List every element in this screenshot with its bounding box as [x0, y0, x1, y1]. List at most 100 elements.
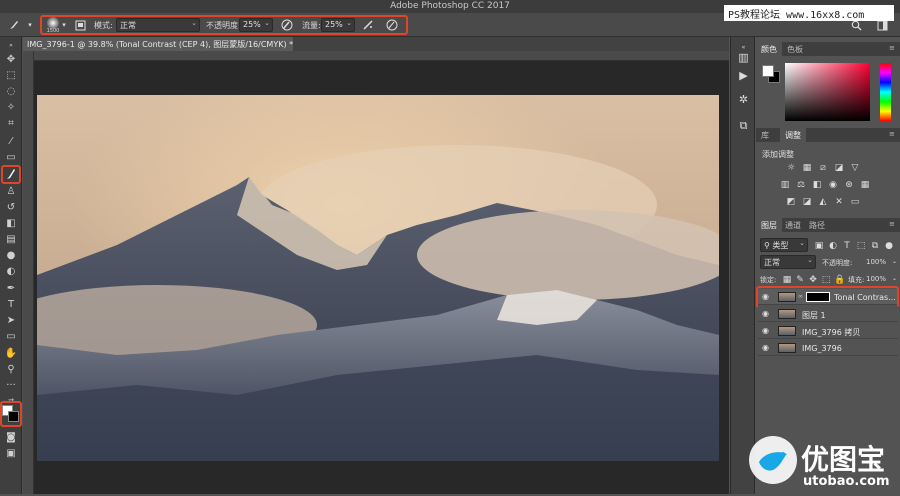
- history-icon[interactable]: ▥: [735, 49, 752, 66]
- play-action-icon[interactable]: ▶: [735, 67, 752, 84]
- layer-thumbnail: [778, 326, 796, 336]
- hue-slider[interactable]: [880, 63, 891, 121]
- lasso-tool-icon[interactable]: ◌: [2, 85, 20, 99]
- screen-mode-icon[interactable]: ▣: [2, 447, 20, 461]
- brush-panel-toggle-icon[interactable]: [72, 17, 88, 33]
- lock-transparent-icon[interactable]: ▦: [782, 275, 792, 285]
- brush-tool-icon[interactable]: [6, 17, 22, 33]
- blur-tool-icon[interactable]: ●: [2, 249, 20, 263]
- black-white-adjust-icon[interactable]: ◧: [812, 180, 822, 190]
- flow-field[interactable]: 25% ⌄: [321, 18, 355, 32]
- vibrance-adjust-icon[interactable]: ▽: [850, 163, 860, 173]
- visibility-eye-icon[interactable]: ◉: [762, 326, 769, 335]
- more-tools-icon[interactable]: ···: [2, 379, 20, 393]
- tab-swatches[interactable]: 色板: [782, 42, 808, 56]
- chevron-down-icon: ⌄: [191, 19, 197, 27]
- hand-tool-icon[interactable]: ✋: [2, 347, 20, 361]
- tab-paths[interactable]: 路径: [804, 218, 830, 232]
- brush-settings-icon[interactable]: ✲: [735, 91, 752, 108]
- collapse-panel-icon[interactable]: »: [2, 39, 20, 53]
- tab-adjustments[interactable]: 调整: [780, 128, 806, 142]
- filter-pixel-icon[interactable]: ▣: [814, 241, 824, 251]
- layer-row[interactable]: ◉ 图层 1: [758, 306, 898, 322]
- panel-menu-icon[interactable]: ≡: [884, 128, 900, 142]
- eraser-tool-icon[interactable]: ◧: [2, 217, 20, 231]
- color-balance-adjust-icon[interactable]: ⚖: [796, 180, 806, 190]
- path-selection-tool-icon[interactable]: ➤: [2, 314, 20, 328]
- color-panel-foreground[interactable]: [762, 65, 774, 77]
- magic-wand-tool-icon[interactable]: ✧: [2, 101, 20, 115]
- airbrush-icon[interactable]: [360, 17, 376, 33]
- layer-opacity-value[interactable]: 100%: [866, 258, 886, 266]
- levels-adjust-icon[interactable]: ▦: [802, 163, 812, 173]
- photo-canvas[interactable]: [37, 95, 719, 461]
- move-tool-icon[interactable]: ✥: [2, 53, 20, 67]
- exposure-adjust-icon[interactable]: ◪: [834, 163, 844, 173]
- marquee-tool-icon[interactable]: ⬚: [2, 69, 20, 83]
- filter-adjustment-icon[interactable]: ◐: [828, 241, 838, 251]
- lock-image-icon[interactable]: ✎: [795, 275, 805, 285]
- clone-stamp-tool-icon[interactable]: ♙: [2, 185, 20, 199]
- pressure-size-icon[interactable]: [384, 17, 400, 33]
- selective-color-adjust-icon[interactable]: ✕: [834, 197, 844, 207]
- threshold-adjust-icon[interactable]: ◭: [818, 197, 828, 207]
- healing-brush-tool-icon[interactable]: ▭: [2, 151, 20, 165]
- chevron-down-icon: ⌄: [807, 256, 813, 264]
- photo-filter-adjust-icon[interactable]: ◉: [828, 180, 838, 190]
- tab-channels[interactable]: 通道: [780, 218, 806, 232]
- channel-mixer-adjust-icon[interactable]: ⊛: [844, 180, 854, 190]
- document-tab[interactable]: IMG_3796-1 @ 39.8% (Tonal Contrast (CEP …: [23, 37, 293, 51]
- filter-toggle-icon[interactable]: ●: [884, 241, 894, 251]
- eyedropper-tool-icon[interactable]: ⁄: [2, 135, 20, 149]
- lock-position-icon[interactable]: ✥: [808, 275, 818, 285]
- document-tab-bar: IMG_3796-1 @ 39.8% (Tonal Contrast (CEP …: [23, 37, 729, 51]
- tab-layers[interactable]: 图层: [756, 218, 782, 232]
- blend-mode-select[interactable]: 正常 ⌄: [760, 255, 816, 269]
- rectangle-tool-icon[interactable]: ▭: [2, 330, 20, 344]
- hue-saturation-adjust-icon[interactable]: ▥: [780, 180, 790, 190]
- brightness-adjust-icon[interactable]: ☼: [786, 163, 796, 173]
- zoom-tool-icon[interactable]: ⚲: [2, 363, 20, 377]
- lock-all-icon[interactable]: 🔒: [834, 275, 845, 285]
- chevron-down-icon[interactable]: ⌄: [892, 275, 897, 282]
- opacity-field[interactable]: 25% ⌄: [239, 18, 273, 32]
- gradient-map-adjust-icon[interactable]: ▭: [850, 197, 860, 207]
- visibility-eye-icon[interactable]: ◉: [762, 309, 769, 318]
- lock-artboard-icon[interactable]: ⬚: [821, 275, 831, 285]
- color-field[interactable]: [785, 63, 870, 121]
- horizontal-ruler[interactable]: [34, 51, 729, 61]
- panel-menu-icon[interactable]: ≡: [884, 42, 900, 56]
- crop-tool-icon[interactable]: ⌗: [2, 117, 20, 131]
- active-layer-highlight: [756, 286, 899, 308]
- filter-shape-icon[interactable]: ⬚: [856, 241, 866, 251]
- posterize-adjust-icon[interactable]: ◪: [802, 197, 812, 207]
- vertical-ruler[interactable]: [23, 51, 34, 494]
- color-lookup-adjust-icon[interactable]: ▦: [860, 180, 870, 190]
- mode-select[interactable]: 正常 ⌄: [116, 18, 200, 32]
- tab-libraries[interactable]: 库: [756, 128, 774, 142]
- opacity-value: 25%: [243, 20, 261, 29]
- chevron-down-icon[interactable]: ⌄: [892, 258, 897, 265]
- quick-mask-icon[interactable]: ◙: [2, 431, 20, 445]
- layers-panel-tabs: 图层 通道 路径 ≡: [756, 218, 900, 232]
- panel-menu-icon[interactable]: ≡: [884, 218, 900, 232]
- history-brush-tool-icon[interactable]: ↺: [2, 201, 20, 215]
- fill-value[interactable]: 100%: [866, 275, 886, 283]
- layer-row[interactable]: ◉ IMG_3796: [758, 340, 898, 356]
- filter-smart-object-icon[interactable]: ⧉: [870, 241, 880, 251]
- clone-source-icon[interactable]: ⧉: [735, 117, 752, 134]
- curves-adjust-icon[interactable]: ⧄: [818, 163, 828, 173]
- gradient-tool-icon[interactable]: ▤: [2, 233, 20, 247]
- brush-size-chevron-icon[interactable]: ▾: [60, 17, 68, 33]
- pressure-opacity-icon[interactable]: [279, 17, 295, 33]
- type-tool-icon[interactable]: T: [2, 298, 20, 312]
- invert-adjust-icon[interactable]: ◩: [786, 197, 796, 207]
- visibility-eye-icon[interactable]: ◉: [762, 343, 769, 352]
- layer-filter-select[interactable]: ⚲ 类型 ⌄: [760, 238, 808, 252]
- filter-type-icon[interactable]: T: [842, 241, 852, 251]
- dodge-tool-icon[interactable]: ◐: [2, 265, 20, 279]
- tab-color[interactable]: 颜色: [756, 42, 782, 56]
- pen-tool-icon[interactable]: ✒: [2, 282, 20, 296]
- tool-preset-chevron-icon[interactable]: ▾: [26, 17, 34, 33]
- layer-row[interactable]: ◉ IMG_3796 拷贝: [758, 323, 898, 339]
